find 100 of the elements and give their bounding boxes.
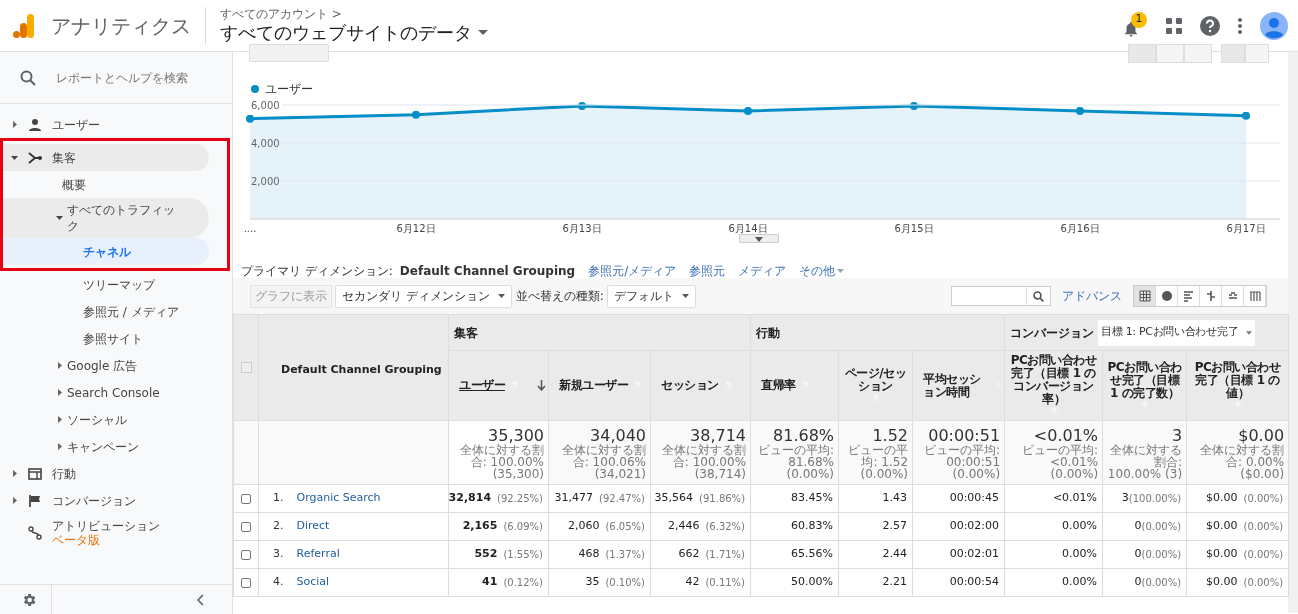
cell-value: 35,564 (654, 490, 694, 507)
nav-item[interactable]: Search Console (0, 379, 211, 406)
cell-value: 2,165 (462, 518, 498, 535)
nav-item-label: Search Console (67, 384, 161, 401)
toggle-button[interactable] (1128, 44, 1156, 63)
collapse-chevron-icon[interactable] (196, 593, 204, 606)
settings-icon[interactable] (21, 591, 37, 608)
sort-dropdown[interactable]: デフォルト (606, 284, 696, 308)
nav-item[interactable]: ソーシャル (0, 406, 211, 433)
group-header: コンバージョン (1010, 324, 1095, 342)
axis-label: 6月16日 (1060, 223, 1100, 234)
cell-value: 2.21 (882, 574, 908, 591)
nav-item[interactable]: 行動 (0, 460, 211, 487)
view-toggle-button[interactable] (1200, 286, 1222, 306)
nav-item[interactable]: 参照サイト (0, 325, 211, 352)
cell-percent: (91.86%) (699, 492, 746, 506)
cell-percent: (6.05%) (605, 520, 645, 534)
more-vertical-icon[interactable] (1238, 17, 1242, 34)
nav-item[interactable]: コンバージョン (0, 487, 211, 514)
nav-item-label: ユーザー (52, 116, 100, 133)
nav-item-label: アトリビューション (52, 518, 160, 534)
table-search-field[interactable] (951, 286, 1051, 306)
help-icon[interactable] (1200, 15, 1220, 36)
checkbox[interactable] (241, 549, 251, 560)
cell-value: <0.01% (1052, 490, 1098, 507)
total-note: 全体に対する割合: 0.00% ($0.00) (1199, 444, 1285, 480)
cell-value: $0.00 (1206, 518, 1238, 535)
dimension-link[interactable]: Default Channel Grouping (399, 262, 576, 280)
checkbox[interactable] (241, 493, 251, 504)
avatar-icon[interactable] (1260, 11, 1288, 40)
view-toggle-button[interactable] (1222, 286, 1244, 306)
view-toggle-button[interactable] (1178, 286, 1200, 306)
column-header: Default Channel Grouping (281, 362, 442, 376)
toggle-button[interactable] (1156, 44, 1184, 63)
sort-arrow-icon (537, 380, 546, 391)
cell-percent: (0.00%) (1141, 548, 1182, 562)
nav-item[interactable]: ユーザー (0, 111, 211, 138)
nav-item[interactable]: アトリビューション ベータ版 (0, 514, 211, 551)
nav-item[interactable]: 参照元 / メディア (0, 298, 211, 325)
view-toggle-button[interactable] (1156, 286, 1178, 306)
caret-right-icon (57, 362, 62, 369)
view-toggle-button[interactable] (1244, 286, 1266, 306)
nav-item[interactable]: キャンペーン (0, 433, 211, 460)
goal-dropdown[interactable]: 目標 1: PCお問い合わせ完了 (1098, 319, 1256, 346)
expand-chart-handle[interactable] (739, 234, 779, 243)
axis-label: 4,000 (251, 137, 280, 149)
compare-icon (1204, 290, 1217, 302)
grid-icon (1138, 290, 1151, 302)
nav-item[interactable]: チャネル (3, 238, 209, 265)
checkbox[interactable] (240, 362, 252, 373)
advanced-link[interactable]: アドバンス (1062, 287, 1122, 305)
row-index: 2. (273, 518, 284, 535)
caret-down-icon (56, 216, 63, 220)
nav-item[interactable]: すべてのトラフィック (3, 198, 209, 238)
column-header[interactable]: 新規ユーザー (559, 379, 628, 392)
cell-value: 0 (1134, 546, 1142, 563)
total-note: ビューの平均: 1.52 (0.00%) (847, 444, 909, 480)
secondary-dimension-dropdown[interactable]: セカンダリ ディメンション (335, 284, 512, 308)
view-toggle-button[interactable] (1134, 286, 1156, 306)
nav-item[interactable]: ツリーマップ (0, 271, 211, 298)
dimension-link[interactable]: 参照元/メディア (588, 262, 677, 280)
cell-value: 31,477 (554, 490, 594, 507)
dimension-link[interactable]: 参照元 (689, 262, 726, 280)
channel-link[interactable]: Organic Search (296, 490, 381, 507)
caret-icon (497, 294, 505, 298)
channel-link[interactable]: Direct (296, 518, 330, 535)
cell-value: $0.00 (1206, 490, 1238, 507)
toggle-button[interactable] (1221, 44, 1245, 63)
dimension-link[interactable]: その他 (799, 262, 845, 280)
cell-value: 0.00% (1062, 518, 1098, 535)
column-header[interactable]: 直帰率 (761, 379, 796, 392)
window-icon (28, 467, 42, 480)
dimension-link[interactable]: メディア (738, 262, 787, 280)
breadcrumb-link[interactable]: すべてのアカウント > (220, 6, 488, 21)
column-header[interactable]: ユーザー (459, 379, 505, 392)
cell-value: 50.00% (791, 574, 834, 591)
scrollbar-track[interactable] (1288, 52, 1298, 613)
cell-value: 42 (685, 574, 700, 591)
property-selector[interactable]: すべてのウェブサイトのデータ (220, 20, 488, 45)
flag-icon (29, 494, 41, 507)
nav-item-label: 概要 (62, 176, 86, 193)
toggle-button[interactable] (1184, 44, 1212, 63)
product-name: アナリティクス (51, 12, 191, 40)
toggle-button[interactable] (1245, 44, 1269, 63)
cell-value: 00:00:45 (949, 490, 1000, 507)
search-field[interactable]: レポートとヘルプを検索 (0, 52, 232, 104)
channel-link[interactable]: Referral (296, 546, 340, 563)
nav-item[interactable]: 集客 (3, 144, 209, 171)
nav-item[interactable]: 概要 (3, 171, 209, 198)
checkbox[interactable] (241, 521, 251, 532)
checkbox[interactable] (241, 577, 251, 588)
cell-value: 468 (578, 546, 600, 563)
analytics-logo-icon (12, 12, 36, 39)
column-header[interactable]: セッション (661, 379, 719, 392)
nav-item[interactable]: Google 広告 (0, 352, 211, 379)
cell-percent: (92.25%) (497, 492, 543, 506)
apps-grid-icon[interactable] (1166, 17, 1182, 34)
channel-link[interactable]: Social (296, 574, 330, 591)
total-value: 1.52 (871, 427, 909, 444)
total-value: 00:00:51 (928, 427, 1001, 444)
